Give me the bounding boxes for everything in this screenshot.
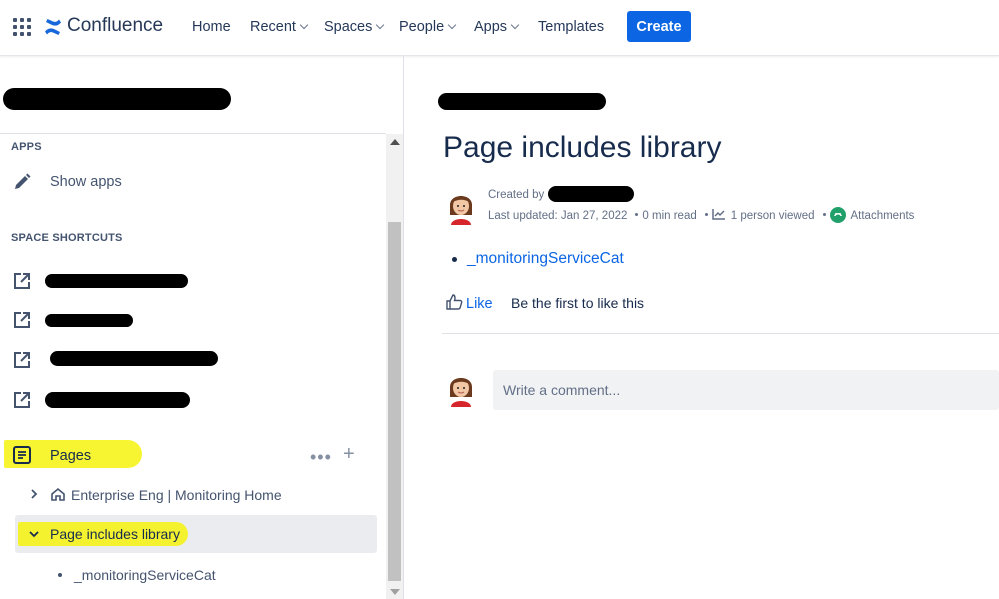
viewed-count[interactable]: 1 person viewed	[731, 210, 815, 222]
read-time: 0 min read	[642, 210, 697, 222]
show-apps-item[interactable]: Show apps	[0, 164, 386, 200]
attachments-link[interactable]: Attachments	[851, 210, 915, 222]
external-link-icon	[14, 273, 30, 289]
redacted-shortcut-2	[45, 314, 133, 327]
page-title: Page includes library	[443, 131, 722, 164]
chevron-down-icon	[299, 20, 309, 30]
redacted-shortcut-4	[45, 392, 190, 408]
separator-dot	[822, 213, 826, 217]
created-by: Created by	[488, 189, 544, 201]
chevron-right-icon[interactable]	[30, 489, 38, 499]
nav-spaces[interactable]: Spaces	[324, 19, 385, 35]
tree-item-current-label: Page includes library	[50, 526, 180, 542]
redacted-space-name	[3, 88, 231, 110]
nav-recent[interactable]: Recent	[250, 19, 309, 35]
external-link-icon	[14, 352, 30, 368]
tree-item-home[interactable]: Enterprise Eng | Monitoring Home	[15, 476, 377, 514]
chevron-down-icon	[376, 20, 385, 30]
nav-people-label: People	[399, 19, 445, 35]
last-updated: Last updated: Jan 27, 2022	[488, 210, 628, 222]
show-apps-label: Show apps	[50, 174, 122, 190]
tree-item-current-content[interactable]: Page includes library	[15, 515, 377, 553]
bullet-icon	[452, 257, 457, 262]
thumbs-up-icon	[446, 294, 463, 310]
scrollbar-thumb[interactable]	[388, 222, 401, 581]
external-link-icon	[14, 392, 30, 408]
comment-input[interactable]	[493, 370, 999, 410]
nav-templates[interactable]: Templates	[538, 19, 604, 35]
space-shortcuts-heading: SPACE SHORTCUTS	[11, 232, 123, 244]
pages-label: Pages	[50, 448, 92, 464]
like-label: Like	[466, 296, 493, 312]
top-navigation: Confluence Home Recent Spaces People App…	[0, 0, 999, 56]
nav-home-label: Home	[192, 19, 231, 35]
tree-item-home-label: Enterprise Eng | Monitoring Home	[71, 487, 282, 503]
nav-spaces-label: Spaces	[324, 19, 373, 35]
sidebar-divider	[0, 133, 386, 134]
page-metadata: Last updated: Jan 27, 2022 0 min read 1 pe…	[488, 207, 918, 223]
chevron-down-icon[interactable]	[29, 531, 39, 538]
nav-people[interactable]: People	[399, 19, 457, 35]
analytics-icon	[712, 209, 725, 220]
attachments-icon	[829, 207, 846, 223]
create-button[interactable]: Create	[627, 11, 691, 42]
confluence-logo-icon[interactable]	[43, 17, 63, 37]
add-page-icon[interactable]: +	[343, 443, 355, 466]
external-link-icon	[14, 312, 30, 328]
author-avatar[interactable]	[446, 189, 476, 225]
current-user-avatar	[450, 378, 472, 407]
redacted-author	[548, 186, 634, 202]
pencil-icon	[15, 173, 31, 189]
separator-dot	[704, 213, 708, 217]
nav-templates-label: Templates	[538, 19, 605, 35]
nav-apps-label: Apps	[474, 19, 508, 35]
nav-home[interactable]: Home	[192, 19, 231, 35]
content-divider	[442, 333, 999, 334]
brand-name[interactable]: Confluence	[67, 15, 163, 37]
child-page-link[interactable]: _monitoringServiceCat	[467, 250, 624, 268]
tree-item-child[interactable]: _monitoringServiceCat	[15, 556, 377, 594]
scroll-down-arrow-icon[interactable]	[390, 589, 400, 595]
more-actions-icon[interactable]: •••	[310, 447, 332, 468]
redacted-shortcut-3	[50, 351, 218, 366]
created-by-label: Created by	[488, 189, 545, 201]
apps-heading: APPS	[11, 141, 42, 153]
separator-dot	[635, 213, 639, 217]
redacted-shortcut-1	[45, 274, 188, 288]
like-button[interactable]: Like	[446, 294, 493, 312]
redacted-breadcrumb	[438, 93, 606, 110]
home-icon	[51, 487, 65, 501]
chevron-down-icon	[510, 20, 520, 30]
nav-recent-label: Recent	[250, 19, 296, 35]
nav-apps[interactable]: Apps	[474, 19, 520, 35]
scroll-up-arrow-icon[interactable]	[390, 139, 400, 145]
chevron-down-icon	[447, 20, 457, 30]
like-prompt: Be the first to like this	[511, 295, 645, 311]
app-switcher-icon[interactable]	[13, 18, 31, 36]
pages-icon	[13, 446, 31, 464]
tree-item-child-label: _monitoringServiceCat	[74, 567, 216, 583]
